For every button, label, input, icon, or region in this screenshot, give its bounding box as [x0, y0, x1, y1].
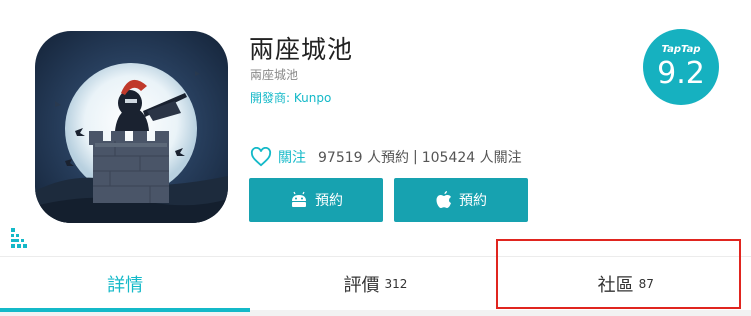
android-reserve-button[interactable]: 預約	[249, 178, 383, 222]
follower-count: 105424 人關注	[421, 150, 522, 166]
tab-reviews-count: 312	[384, 276, 408, 291]
tab-details[interactable]: 詳情	[0, 257, 251, 312]
reservation-count: 97519 人預約	[318, 150, 409, 166]
ios-reserve-button[interactable]: 預約	[394, 178, 528, 222]
heart-icon[interactable]	[250, 147, 272, 167]
app-title: 兩座城池	[249, 35, 354, 64]
follow-button[interactable]: 關注	[278, 147, 306, 167]
tab-reviews[interactable]: 評價 312	[250, 257, 500, 310]
rating-score: 9.2	[657, 56, 705, 91]
rating-brand: TapTap	[661, 44, 701, 55]
android-icon	[292, 191, 306, 207]
follow-row: 關注 97519 人預約 | 105424 人關注	[250, 145, 522, 169]
tab-bar: 詳情 評價 312 社區 87	[0, 256, 751, 312]
tab-community-label: 社區	[597, 274, 634, 296]
app-header-card: 兩座城池 兩座城池 開發商: Kunpo 關注 97519 人預約 | 1054…	[0, 0, 751, 256]
app-subtitle: 兩座城池	[250, 68, 299, 82]
ios-reserve-label: 預約	[459, 193, 487, 209]
apple-icon	[436, 191, 451, 208]
rating-badge: TapTap 9.2	[643, 29, 719, 105]
tab-community[interactable]: 社區 87	[501, 257, 751, 310]
tab-reviews-label: 評價	[343, 274, 380, 296]
app-icon[interactable]	[35, 31, 228, 223]
tab-details-label: 詳情	[107, 274, 144, 296]
stat-separator: |	[413, 149, 418, 165]
developer-link[interactable]: 開發商: Kunpo	[250, 89, 331, 106]
qr-glyph-icon[interactable]	[9, 226, 33, 250]
android-reserve-label: 預約	[315, 193, 343, 209]
tab-community-count: 87	[638, 276, 654, 291]
